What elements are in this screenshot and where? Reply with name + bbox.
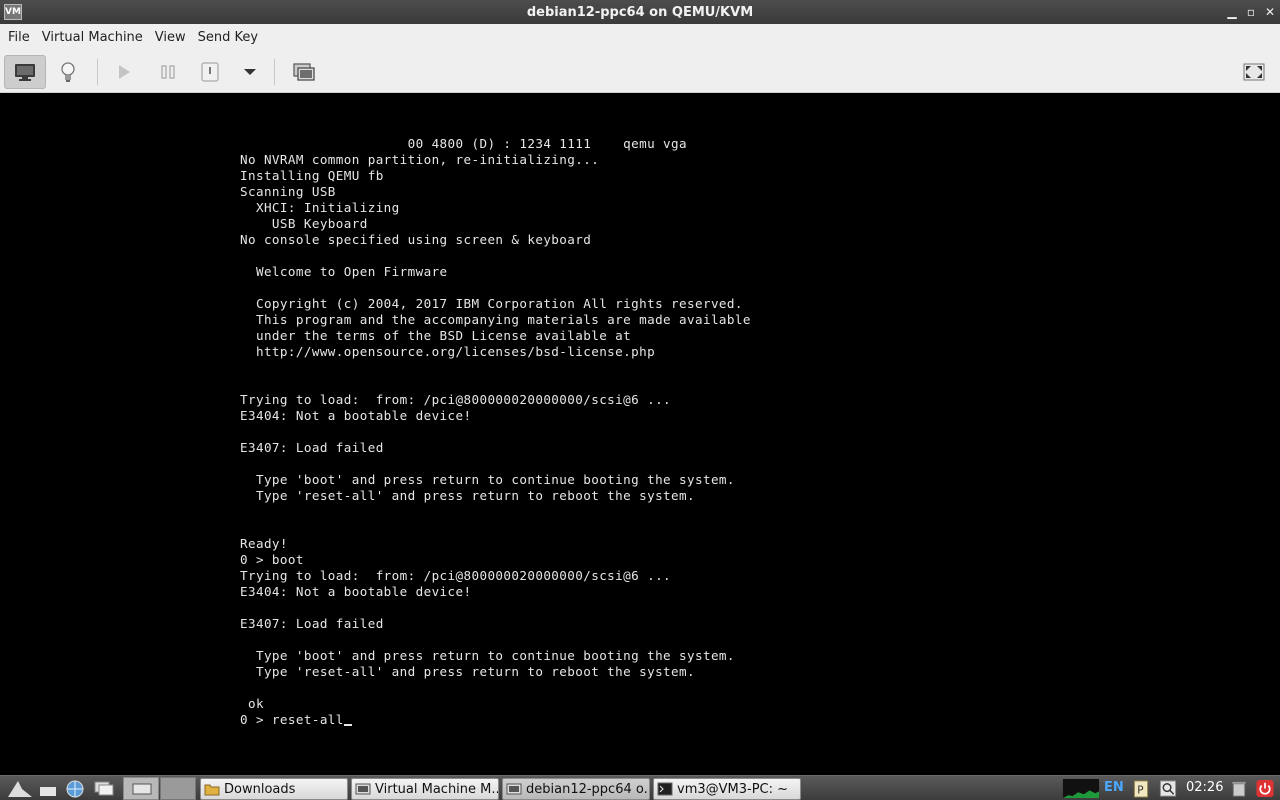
- menu-file[interactable]: File: [2, 30, 36, 45]
- terminal-line: Type 'boot' and press return to continue…: [240, 472, 735, 487]
- terminal-line: No NVRAM common partition, re-initializi…: [240, 152, 600, 167]
- close-button[interactable]: ✕: [1260, 2, 1280, 22]
- start-menu-icon[interactable]: [6, 779, 34, 798]
- terminal-line: E3407: Load failed: [240, 440, 384, 455]
- terminal-icon: [657, 782, 673, 796]
- taskbar: Downloads Virtual Machine M... debian12-…: [0, 775, 1280, 800]
- toolbar-separator: [97, 59, 98, 85]
- terminal-line: Trying to load: from: /pci@8000000200000…: [240, 568, 672, 583]
- clipboard-icon[interactable]: P: [1131, 779, 1151, 798]
- terminal-line: This program and the accompanying materi…: [240, 312, 751, 327]
- network-search-icon[interactable]: [1158, 779, 1178, 798]
- text-cursor: [343, 724, 352, 726]
- snapshots-icon: [293, 63, 315, 81]
- minimize-button[interactable]: ▁: [1222, 2, 1242, 22]
- svg-text:P: P: [1137, 784, 1143, 796]
- details-view-button[interactable]: [47, 55, 89, 89]
- task-label: Virtual Machine M...: [375, 781, 499, 797]
- browser-globe-icon[interactable]: [64, 779, 86, 798]
- vm-icon: [506, 783, 522, 795]
- terminal-line: http://www.opensource.org/licenses/bsd-l…: [240, 344, 656, 359]
- menu-send-key[interactable]: Send Key: [192, 30, 264, 45]
- keyboard-layout-indicator[interactable]: EN: [1104, 780, 1124, 795]
- pause-button[interactable]: [147, 55, 189, 89]
- maximize-button[interactable]: ▫: [1241, 2, 1261, 22]
- trash-icon[interactable]: [1229, 779, 1249, 798]
- terminal-line: USB Keyboard: [240, 216, 368, 231]
- folder-icon: [204, 784, 220, 796]
- desktop-pager-1[interactable]: [123, 777, 159, 800]
- toolbar: [0, 51, 1280, 93]
- console-view-button[interactable]: [4, 55, 46, 89]
- lightbulb-icon: [61, 62, 75, 82]
- pause-icon: [161, 65, 175, 79]
- vm-console[interactable]: 00 4800 (D) : 1234 1111 qemu vga No NVRAM…: [0, 93, 1280, 775]
- terminal-line: Installing QEMU fb: [240, 168, 384, 183]
- task-terminal[interactable]: vm3@VM3-PC: ~: [653, 778, 801, 800]
- clock[interactable]: 02:26: [1186, 780, 1223, 795]
- menu-bar: File Virtual Machine View Send Key: [0, 24, 1280, 51]
- task-label: Downloads: [224, 781, 296, 797]
- terminal-line: Trying to load: from: /pci@8000000200000…: [240, 392, 672, 407]
- shutdown-button[interactable]: [189, 55, 231, 89]
- window-titlebar: VM debian12-ppc64 on QEMU/KVM ▁ ▫ ✕: [0, 0, 1280, 24]
- terminal-line: XHCI: Initializing: [240, 200, 400, 215]
- run-button[interactable]: [103, 55, 145, 89]
- play-icon: [119, 65, 130, 79]
- terminal-line: 00 4800 (D) : 1234 1111 qemu vga: [240, 136, 687, 151]
- fullscreen-icon: [1243, 63, 1265, 81]
- terminal-line: under the terms of the BSD License avail…: [240, 328, 632, 343]
- terminal-line: Type 'reset-all' and press return to reb…: [240, 664, 695, 679]
- terminal-line: Type 'boot' and press return to continue…: [240, 648, 735, 663]
- firmware-terminal-output: 00 4800 (D) : 1234 1111 qemu vga No NVRAM…: [240, 136, 751, 728]
- power-icon[interactable]: [1255, 779, 1275, 798]
- monitor-icon: [15, 64, 35, 81]
- virt-manager-icon: VM: [4, 4, 22, 20]
- terminal-line: 0 > boot: [240, 552, 304, 567]
- terminal-line: Scanning USB: [240, 184, 336, 199]
- terminal-line: ok: [240, 696, 264, 711]
- shutdown-menu-button[interactable]: [229, 55, 271, 89]
- show-desktop-icon[interactable]: [38, 779, 58, 798]
- terminal-line: Welcome to Open Firmware: [240, 264, 448, 279]
- vm-icon: [355, 783, 371, 795]
- terminal-prompt-line[interactable]: 0 > reset-all: [240, 712, 751, 728]
- toolbar-separator: [274, 59, 275, 85]
- task-label: vm3@VM3-PC: ~: [677, 781, 789, 797]
- desktop-pager-2[interactable]: [160, 777, 196, 800]
- menu-view[interactable]: View: [149, 30, 192, 45]
- terminal-line: Copyright (c) 2004, 2017 IBM Corporation…: [240, 296, 743, 311]
- power-icon: [201, 62, 219, 82]
- terminal-line: Ready!: [240, 536, 288, 551]
- task-downloads[interactable]: Downloads: [200, 778, 348, 800]
- task-virtual-machine-manager[interactable]: Virtual Machine M...: [351, 778, 499, 800]
- terminal-line: E3404: Not a bootable device!: [240, 584, 472, 599]
- menu-virtual-machine[interactable]: Virtual Machine: [36, 30, 149, 45]
- vm-icon: [132, 783, 152, 795]
- window-switcher-icon[interactable]: [92, 779, 116, 798]
- task-label: debian12-ppc64 o...: [526, 781, 650, 797]
- terminal-line: E3407: Load failed: [240, 616, 384, 631]
- terminal-line: E3404: Not a bootable device!: [240, 408, 472, 423]
- chevron-down-icon: [244, 69, 256, 75]
- cpu-monitor-icon[interactable]: [1062, 779, 1100, 798]
- terminal-line: Type 'reset-all' and press return to reb…: [240, 488, 695, 503]
- terminal-line: No console specified using screen & keyb…: [240, 232, 592, 247]
- fullscreen-button[interactable]: [1233, 55, 1275, 89]
- terminal-prompt: 0 > reset-all: [240, 712, 344, 727]
- snapshots-button[interactable]: [283, 55, 325, 89]
- task-debian12-ppc64[interactable]: debian12-ppc64 o...: [502, 778, 650, 800]
- window-title: debian12-ppc64 on QEMU/KVM: [526, 4, 754, 20]
